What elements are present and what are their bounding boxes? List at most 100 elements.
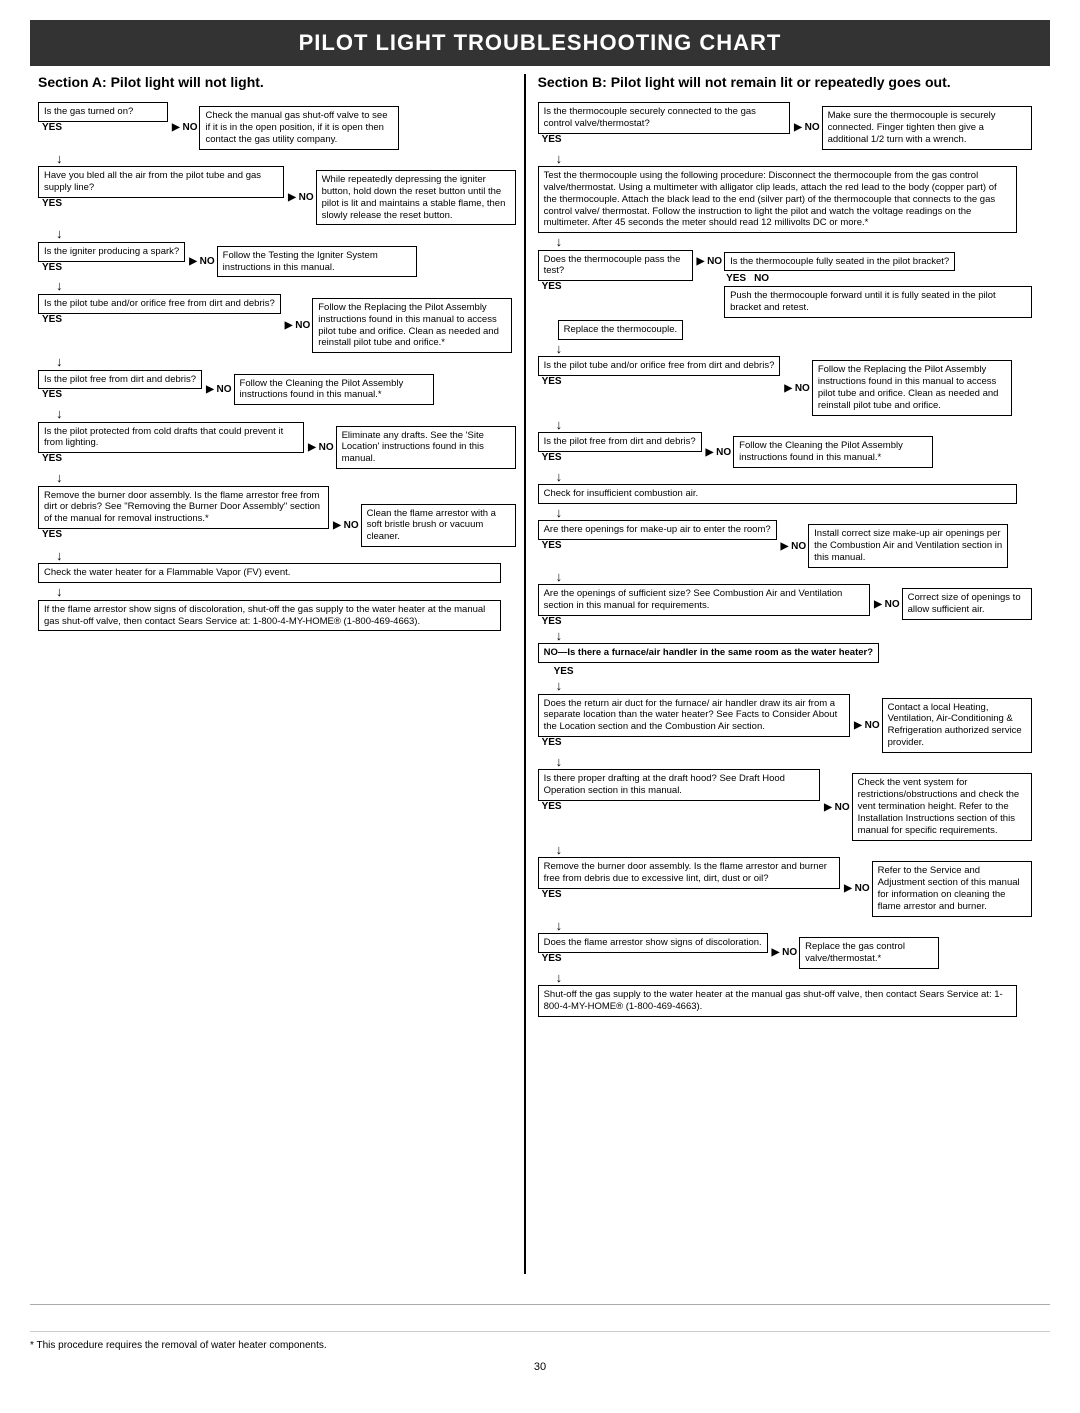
sb-q3-no-sub: Is the thermocouple fully seated in the … (724, 252, 955, 272)
sa-q5-no-action: Follow the Cleaning the Pilot Assembly i… (234, 374, 434, 406)
sa-q5-yes: YES (38, 389, 62, 400)
sa-q1-yes: YES (38, 122, 62, 133)
sb-q1-no-label: ▶ NO (794, 122, 819, 133)
sa-arrow6: ↓ (38, 471, 516, 485)
sb-q5-yes: YES (538, 452, 562, 463)
sb-q11-yes: YES (538, 801, 562, 812)
sb-q3: Does the thermocouple pass the test? (538, 250, 693, 282)
sb-arrow2: ↓ (538, 235, 1032, 249)
sb-q14: Shut-off the gas supply to the water hea… (538, 985, 1017, 1017)
sa-q6: Is the pilot protected from cold drafts … (38, 422, 304, 454)
sa-q3-no-action: Follow the Testing the Igniter System in… (217, 246, 417, 278)
sb-q3-no-label: ▶ NO (697, 256, 722, 267)
sb-q13-yes: YES (538, 953, 562, 964)
sa-q9: If the flame arrestor show signs of disc… (38, 600, 501, 632)
sa-q4-no-action: Follow the Replacing the Pilot Assembly … (312, 298, 512, 354)
sa-q3-yes: YES (38, 262, 62, 273)
sb-q12: Remove the burner door assembly. Is the … (538, 857, 841, 889)
sb-replace-thermo: Replace the thermocouple. (558, 320, 684, 340)
sa-q7-yes: YES (38, 529, 62, 540)
sa-arrow3: ↓ (38, 279, 516, 293)
sections-container: Section A: Pilot light will not light. I… (30, 74, 1050, 1274)
sa-q2-no-action: While repeatedly depressing the igniter … (316, 170, 516, 226)
sa-arrow5: ↓ (38, 407, 516, 421)
sb-arrow10: ↓ (538, 755, 1032, 769)
sa-q5: Is the pilot free from dirt and debris? (38, 370, 202, 390)
sb-q7-no-label: ▶ NO (781, 541, 806, 552)
sb-q11-no-action: Check the vent system for restrictions/o… (852, 773, 1032, 840)
sa-arrow7: ↓ (38, 549, 516, 563)
section-a: Section A: Pilot light will not light. I… (30, 74, 520, 1274)
sa-q4: Is the pilot tube and/or orifice free fr… (38, 294, 281, 314)
sa-q4-no-label: ▶ NO (285, 320, 310, 331)
sa-q3: Is the igniter producing a spark? (38, 242, 185, 262)
sb-q12-yes: YES (538, 889, 562, 900)
sb-q3-yes: YES (538, 281, 562, 292)
sb-q10-no-label: ▶ NO (854, 720, 879, 731)
section-a-title: Section A: Pilot light will not light. (38, 74, 516, 92)
sa-q1-no-action: Check the manual gas shut-off valve to s… (199, 106, 399, 150)
sa-q2-no-label: ▶ NO (288, 192, 313, 203)
sb-q12-no-label: ▶ NO (844, 883, 869, 894)
sb-arrow12: ↓ (538, 919, 1032, 933)
sb-q7: Are there openings for make-up air to en… (538, 520, 777, 540)
sb-q13: Does the flame arrestor show signs of di… (538, 933, 768, 953)
sb-q3-no-sub-action: Push the thermocouple forward until it i… (724, 286, 1032, 318)
page: PILOT LIGHT TROUBLESHOOTING CHART Sectio… (0, 0, 1080, 1413)
sa-q6-no-label: ▶ NO (308, 442, 333, 453)
sb-arrow13: ↓ (538, 971, 1032, 985)
sb-q10-no-action: Contact a local Heating, Ventilation, Ai… (882, 698, 1032, 754)
sa-q4-yes: YES (38, 314, 62, 325)
sb-arrow7: ↓ (538, 570, 1032, 584)
sa-q5-no-label: ▶ NO (206, 384, 231, 395)
sb-q11-no-label: ▶ NO (824, 802, 849, 813)
sa-q8: Check the water heater for a Flammable V… (38, 563, 501, 583)
page-number: 30 (30, 1361, 1050, 1373)
sa-q1: Is the gas turned on? (38, 102, 168, 122)
section-divider (524, 74, 526, 1274)
sb-q1-no-action: Make sure the thermocouple is securely c… (822, 106, 1032, 150)
sa-arrow8: ↓ (38, 585, 516, 599)
section-b: Section B: Pilot light will not remain l… (530, 74, 1040, 1274)
sb-arrow9: ↓ (538, 679, 1032, 693)
sb-q10: Does the return air duct for the furnace… (538, 694, 851, 738)
sb-q5-no-label: ▶ NO (706, 447, 731, 458)
sb-q3-no-sub-no: NO (754, 273, 769, 284)
sa-arrow4: ↓ (38, 355, 516, 369)
sb-arrow3: ↓ (538, 342, 1032, 356)
sb-q4-no-action: Follow the Replacing the Pilot Assembly … (812, 360, 1012, 416)
sa-q6-no-action: Eliminate any drafts. See the 'Site Loca… (336, 426, 516, 470)
sb-test-para: Test the thermocouple using the followin… (538, 166, 1017, 233)
sb-q12-no-action: Refer to the Service and Adjustment sect… (872, 861, 1032, 917)
sa-q7: Remove the burner door assembly. Is the … (38, 486, 329, 530)
sb-arrow8: ↓ (538, 629, 1032, 643)
sb-q13-no-label: ▶ NO (772, 947, 797, 958)
sb-q9-yes: YES (554, 666, 574, 677)
sa-q1-no-label: ▶ NO (172, 122, 197, 133)
sb-arrow1: ↓ (538, 152, 1032, 166)
sb-q6: Check for insufficient combustion air. (538, 484, 1017, 504)
sb-q8-no-action: Correct size of openings to allow suffic… (902, 588, 1032, 620)
sb-q4-no-label: ▶ NO (784, 383, 809, 394)
sb-arrow6: ↓ (538, 506, 1032, 520)
sb-arrow4: ↓ (538, 418, 1032, 432)
sa-arrow1: ↓ (38, 152, 516, 166)
sa-q2-yes: YES (38, 198, 62, 209)
sa-q7-no-label: ▶ NO (333, 520, 358, 531)
sb-q4: Is the pilot tube and/or orifice free fr… (538, 356, 781, 376)
sb-q4-yes: YES (538, 376, 562, 387)
sb-q5-no-action: Follow the Cleaning the Pilot Assembly i… (733, 436, 933, 468)
section-b-title: Section B: Pilot light will not remain l… (538, 74, 1032, 92)
sb-q1: Is the thermocouple securely connected t… (538, 102, 791, 134)
sb-q3-no-sub-yes: YES (726, 273, 746, 284)
sb-q8-no-label: ▶ NO (874, 599, 899, 610)
sa-q7-no-action: Clean the flame arrestor with a soft bri… (361, 504, 516, 548)
sb-q10-yes: YES (538, 737, 562, 748)
sa-arrow2: ↓ (38, 227, 516, 241)
sb-q8: Are the openings of sufficient size? See… (538, 584, 871, 616)
sb-arrow11: ↓ (538, 843, 1032, 857)
footer-note: * This procedure requires the removal of… (30, 1331, 1050, 1351)
sb-q9: NO—Is there a furnace/air handler in the… (538, 643, 879, 663)
sb-arrow5: ↓ (538, 470, 1032, 484)
sb-q7-yes: YES (538, 540, 562, 551)
